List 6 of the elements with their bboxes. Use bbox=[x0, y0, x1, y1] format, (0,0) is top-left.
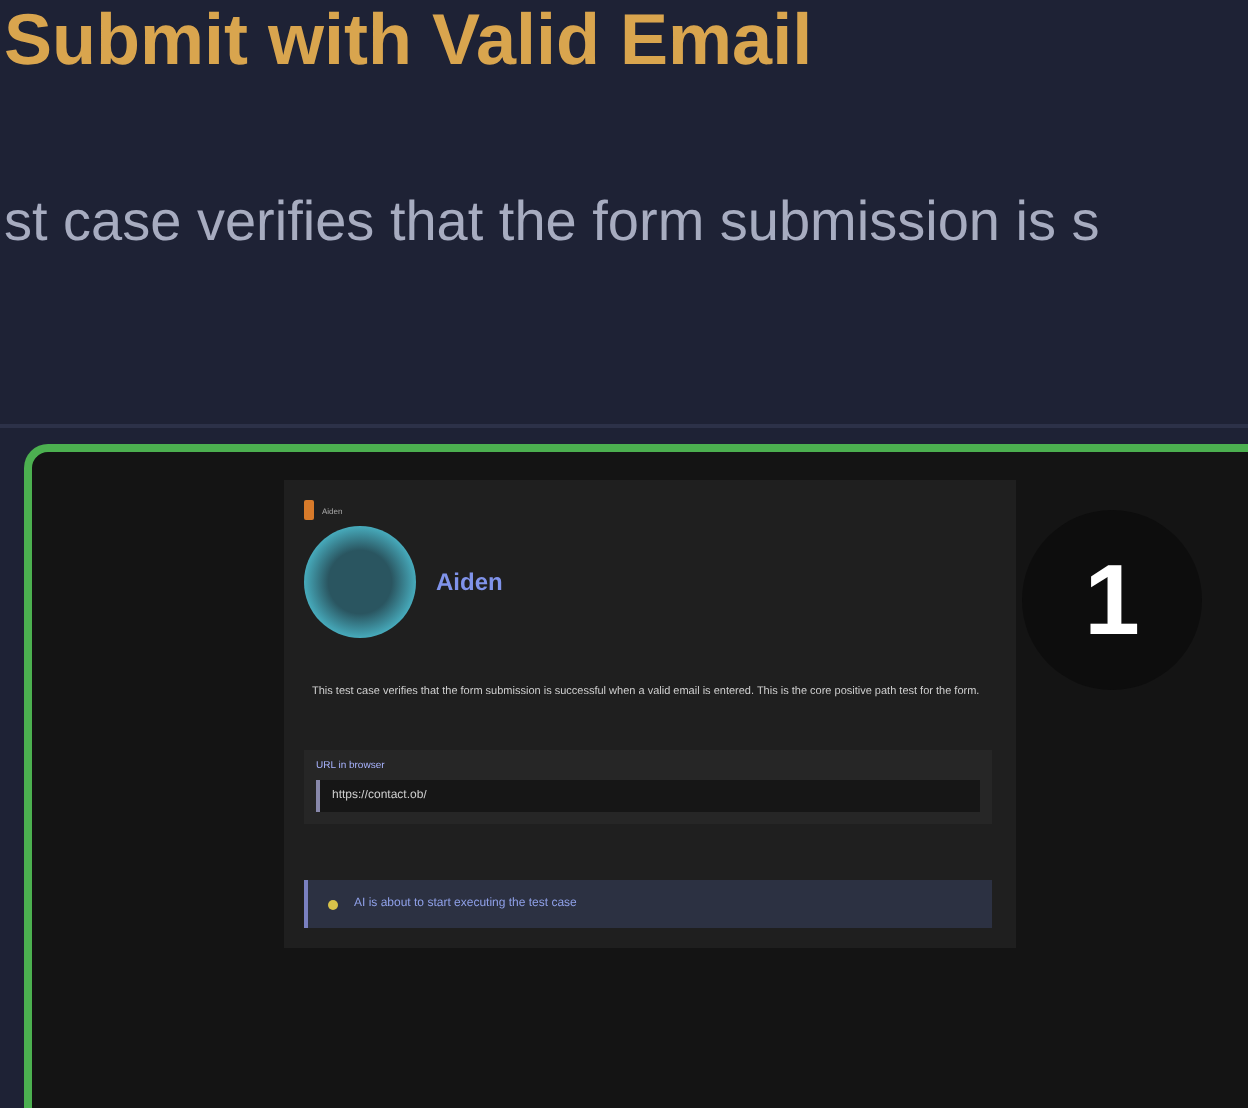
logo-icon bbox=[304, 500, 314, 520]
test-title: Submit with Valid Email bbox=[2, 0, 815, 80]
step-number-badge: 1 bbox=[1022, 510, 1202, 690]
test-description: st case verifies that the form submission is s bbox=[4, 188, 1102, 256]
status-dot-icon bbox=[328, 899, 338, 909]
agent-name: Aiden bbox=[436, 568, 503, 596]
